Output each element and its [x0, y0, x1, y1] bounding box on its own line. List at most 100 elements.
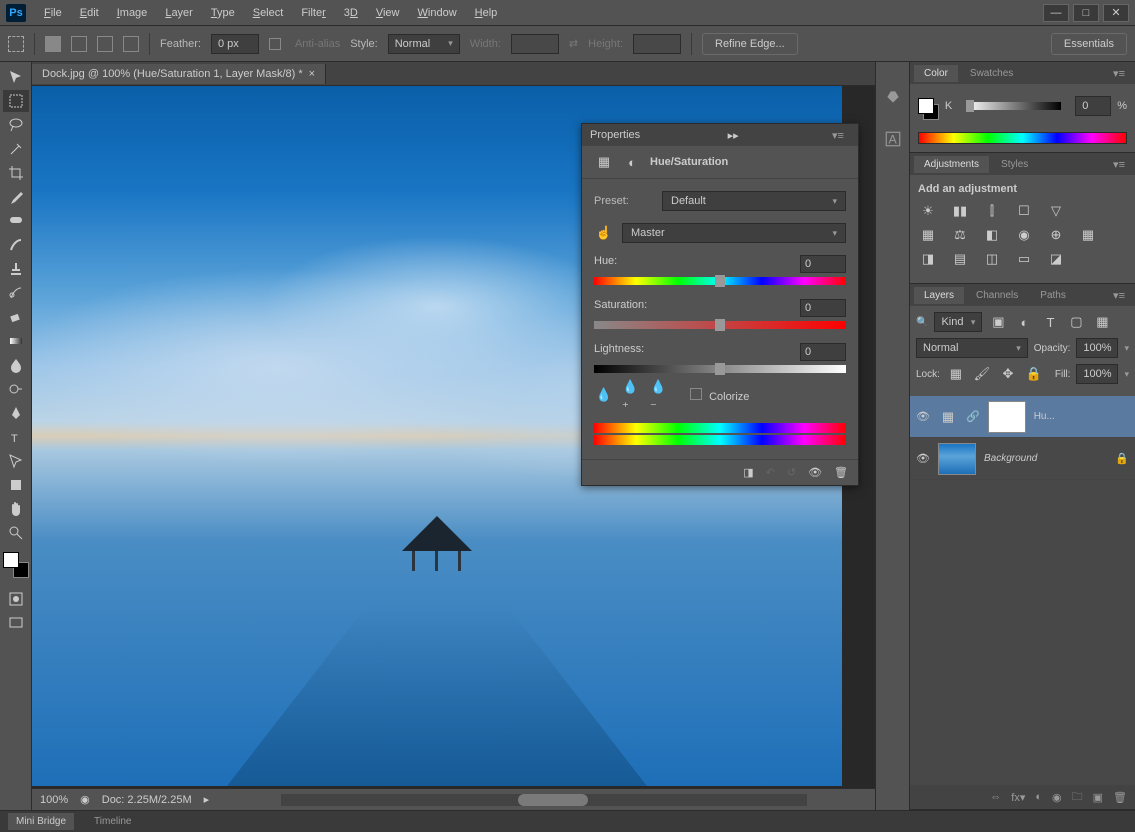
zoom-tool[interactable]: [3, 522, 29, 544]
clip-icon[interactable]: ◨: [743, 466, 753, 479]
menu-edit[interactable]: Edit: [72, 5, 107, 21]
layer-row-hue[interactable]: 👁 ▦ 🔗 Hu...: [910, 396, 1135, 438]
antialias-checkbox[interactable]: [269, 38, 281, 50]
lut-icon[interactable]: ▦: [1078, 227, 1098, 243]
lasso-tool[interactable]: [3, 114, 29, 136]
history-icon[interactable]: [882, 86, 904, 108]
layer-row-background[interactable]: 👁 Background 🔒: [910, 438, 1135, 480]
blur-tool[interactable]: [3, 354, 29, 376]
info-icon[interactable]: ◉: [80, 793, 90, 806]
refine-edge-button[interactable]: Refine Edge...: [702, 33, 798, 55]
k-slider[interactable]: [966, 102, 1061, 110]
swap-icon[interactable]: ⇄: [569, 37, 578, 50]
dodge-tool[interactable]: [3, 378, 29, 400]
hue-icon[interactable]: ▦: [918, 227, 938, 243]
threshold-icon[interactable]: ◫: [982, 251, 1002, 267]
saturation-value[interactable]: [800, 299, 846, 317]
selection-intersect-icon[interactable]: [123, 36, 139, 52]
style-select[interactable]: Normal▾: [388, 34, 460, 54]
finger-icon[interactable]: ☝: [594, 225, 614, 241]
marquee-tool-icon[interactable]: [8, 36, 24, 52]
mask-type-icon[interactable]: ◐: [622, 154, 642, 170]
minimize-button[interactable]: —: [1043, 4, 1069, 22]
collapse-icon[interactable]: ▸▸: [728, 129, 739, 142]
panel-menu-icon[interactable]: ▾≡: [1107, 289, 1131, 302]
selection-add-icon[interactable]: [71, 36, 87, 52]
channels-tab[interactable]: Channels: [966, 287, 1028, 304]
brush-tool[interactable]: [3, 234, 29, 256]
menu-help[interactable]: Help: [467, 5, 506, 21]
preset-select[interactable]: Default▾: [662, 191, 846, 211]
character-icon[interactable]: A: [882, 128, 904, 150]
delete-icon[interactable]: 🗑: [1113, 791, 1127, 804]
quickmask-tool[interactable]: [3, 588, 29, 610]
color-tab[interactable]: Color: [914, 65, 958, 82]
filter-adjust-icon[interactable]: ◐: [1014, 314, 1034, 330]
lightness-slider[interactable]: [594, 365, 846, 373]
adjustment-type-icon[interactable]: ▦: [594, 154, 614, 170]
balance-icon[interactable]: ⚖: [950, 227, 970, 243]
layers-tab[interactable]: Layers: [914, 287, 964, 304]
menu-view[interactable]: View: [368, 5, 408, 21]
wand-tool[interactable]: [3, 138, 29, 160]
fill-input[interactable]: [1076, 364, 1118, 384]
channel-select[interactable]: Master▾: [622, 223, 846, 243]
lock-all-icon[interactable]: 🔒: [1024, 366, 1044, 382]
menu-select[interactable]: Select: [245, 5, 292, 21]
visibility-icon[interactable]: 👁: [916, 452, 930, 466]
eyedropper-tool[interactable]: [3, 186, 29, 208]
pen-tool[interactable]: [3, 402, 29, 424]
paths-tab[interactable]: Paths: [1030, 287, 1076, 304]
lock-pixel-icon[interactable]: 🖌: [972, 366, 992, 382]
mixer-icon[interactable]: ⊕: [1046, 227, 1066, 243]
eraser-tool[interactable]: [3, 306, 29, 328]
filter-image-icon[interactable]: ▣: [988, 314, 1008, 330]
horizontal-scrollbar[interactable]: [281, 794, 807, 806]
adjustments-tab[interactable]: Adjustments: [914, 156, 989, 173]
gradient-tool[interactable]: [3, 330, 29, 352]
link-icon[interactable]: 🔗: [966, 410, 980, 423]
layer-name[interactable]: Hu...: [1034, 411, 1055, 422]
menu-filter[interactable]: Filter: [293, 5, 333, 21]
info-chevron[interactable]: ▸: [204, 793, 210, 806]
menu-image[interactable]: Image: [109, 5, 156, 21]
styles-tab[interactable]: Styles: [991, 156, 1038, 173]
move-tool[interactable]: [3, 66, 29, 88]
timeline-tab[interactable]: Timeline: [86, 813, 139, 830]
bw-icon[interactable]: ◧: [982, 227, 1002, 243]
new-layer-icon[interactable]: ▣: [1093, 791, 1103, 804]
panel-menu-icon[interactable]: ▾≡: [826, 129, 850, 142]
lock-trans-icon[interactable]: ▦: [946, 366, 966, 382]
panel-menu-icon[interactable]: ▾≡: [1107, 67, 1131, 80]
lightness-value[interactable]: [800, 343, 846, 361]
visibility-icon[interactable]: 👁: [916, 410, 930, 424]
history-brush-tool[interactable]: [3, 282, 29, 304]
lock-pos-icon[interactable]: ✥: [998, 366, 1018, 382]
selective-icon[interactable]: ◪: [1046, 251, 1066, 267]
hue-slider[interactable]: [594, 277, 846, 285]
hue-value[interactable]: [800, 255, 846, 273]
marquee-tool[interactable]: [3, 90, 29, 112]
reset-icon[interactable]: ↺: [787, 466, 796, 479]
color-swatch[interactable]: [918, 98, 939, 120]
panel-menu-icon[interactable]: ▾≡: [1107, 158, 1131, 171]
link-layers-icon[interactable]: ⇔: [990, 791, 1001, 803]
k-value[interactable]: [1075, 96, 1111, 116]
selection-new-icon[interactable]: [45, 36, 61, 52]
previous-icon[interactable]: ↶: [766, 466, 775, 479]
essentials-button[interactable]: Essentials: [1051, 33, 1127, 55]
curves-icon[interactable]: ⫿: [982, 203, 1002, 219]
foreground-color[interactable]: [3, 552, 19, 568]
shape-tool[interactable]: [3, 474, 29, 496]
layer-thumbnail[interactable]: [938, 443, 976, 475]
eyedropper-add-icon[interactable]: 💧₊: [622, 387, 642, 403]
filter-smart-icon[interactable]: ▦: [1092, 314, 1112, 330]
delete-icon[interactable]: 🗑: [834, 466, 848, 479]
menu-file[interactable]: File: [36, 5, 70, 21]
crop-tool[interactable]: [3, 162, 29, 184]
properties-header[interactable]: Properties ▸▸ ▾≡: [582, 124, 858, 146]
menu-layer[interactable]: Layer: [157, 5, 201, 21]
exposure-icon[interactable]: ☐: [1014, 203, 1034, 219]
menu-3d[interactable]: 3D: [336, 5, 366, 21]
mini-bridge-tab[interactable]: Mini Bridge: [8, 813, 74, 830]
